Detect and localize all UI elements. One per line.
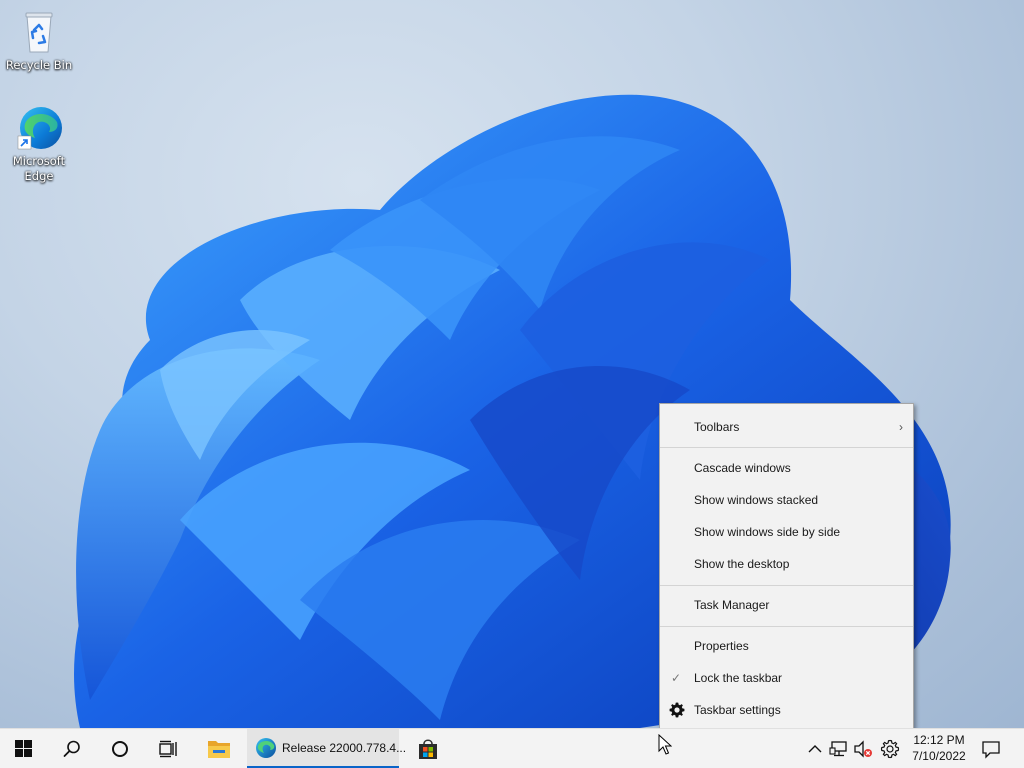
cortana-button[interactable] (97, 729, 143, 768)
menu-separator (660, 585, 913, 586)
menu-item-show-windows-side-by-side[interactable]: Show windows side by side (660, 520, 913, 544)
notification-icon[interactable] (981, 739, 1001, 759)
menu-item-label: Taskbar settings (694, 703, 781, 717)
chevron-up-icon[interactable] (805, 739, 825, 759)
desktop-icon-microsoft-edge[interactable]: Microsoft Edge (1, 104, 77, 184)
taskbar-microsoft-store[interactable] (405, 729, 451, 768)
menu-item-label: Show the desktop (694, 557, 790, 571)
menu-item-show-the-desktop[interactable]: Show the desktop (660, 552, 913, 576)
menu-item-label: Task Manager (694, 598, 770, 612)
checkmark-icon: ✓ (671, 671, 682, 685)
task-view-button[interactable] (145, 729, 191, 768)
volume-muted-icon[interactable] (853, 739, 873, 759)
edge-icon (256, 738, 276, 758)
edge-icon (15, 104, 63, 152)
taskbar-app-edge[interactable]: Release 22000.778.4... (247, 729, 406, 768)
desktop-icon-recycle-bin[interactable]: Recycle Bin (1, 8, 77, 73)
windows-logo-icon (14, 740, 32, 757)
menu-item-label: Lock the taskbar (694, 671, 783, 685)
menu-item-taskbar-settings[interactable]: Taskbar settings (660, 698, 913, 722)
menu-item-properties[interactable]: Properties (660, 634, 913, 658)
cortana-circle-icon (112, 740, 128, 757)
menu-item-label: Toolbars (694, 420, 740, 434)
desktop-icon-label: Recycle Bin (5, 58, 73, 72)
clock-date: 7/10/2022 (912, 749, 966, 763)
menu-item-cascade-windows[interactable]: Cascade windows (660, 456, 913, 480)
gear-icon (669, 702, 685, 718)
microsoft-store-icon (419, 738, 437, 759)
network-icon[interactable] (829, 739, 849, 759)
search-icon (63, 740, 80, 757)
taskbar-context-menu: Toolbars › Cascade windows Show windows … (659, 403, 914, 734)
menu-item-task-manager[interactable]: Task Manager (660, 593, 913, 617)
menu-item-label: Cascade windows (694, 461, 791, 475)
taskbar-app-label: Release 22000.778.4... (282, 741, 407, 755)
gear-icon[interactable] (880, 739, 900, 759)
clock-time: 12:12 PM (913, 733, 965, 747)
file-explorer-icon (208, 740, 230, 758)
desktop-icon-label: Microsoft Edge (12, 154, 66, 183)
menu-item-label: Show windows stacked (694, 493, 819, 507)
recycle-bin-icon (15, 8, 63, 56)
menu-item-show-windows-stacked[interactable]: Show windows stacked (660, 488, 913, 512)
start-button[interactable] (0, 729, 46, 768)
search-button[interactable] (49, 729, 95, 768)
taskbar[interactable]: Release 22000.778.4... 12:12 PM 7/10/202… (0, 728, 1024, 768)
taskbar-file-explorer[interactable] (196, 729, 242, 768)
menu-separator (660, 447, 913, 448)
task-view-icon (159, 740, 177, 757)
mouse-cursor-icon (658, 734, 672, 755)
menu-item-label: Show windows side by side (694, 525, 841, 539)
menu-item-label: Properties (694, 639, 749, 653)
menu-item-lock-the-taskbar[interactable]: ✓ Lock the taskbar (660, 666, 913, 690)
chevron-right-icon: › (899, 420, 903, 434)
taskbar-clock[interactable]: 12:12 PM 7/10/2022 (904, 732, 974, 764)
menu-item-toolbars[interactable]: Toolbars › (660, 415, 913, 439)
menu-separator (660, 626, 913, 627)
